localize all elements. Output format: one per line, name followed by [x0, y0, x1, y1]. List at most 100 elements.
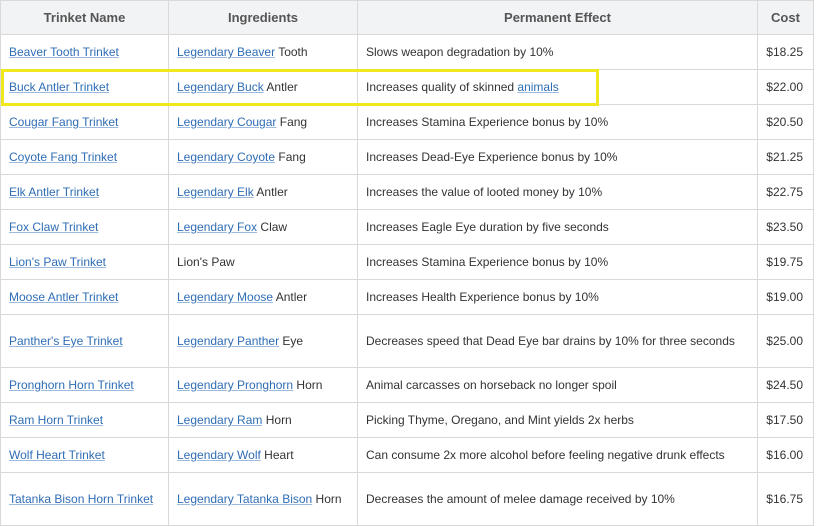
trinket-name-cell: Elk Antler Trinket: [0, 174, 169, 210]
ingredient-text: Antler: [273, 290, 308, 304]
effect-text: Increases Dead-Eye Experience bonus by 1…: [366, 150, 618, 164]
header-cost: Cost: [757, 0, 814, 35]
trinket-name-cell: Ram Horn Trinket: [0, 402, 169, 438]
ingredients-cell: Legendary Pronghorn Horn: [168, 367, 358, 403]
effect-text: Decreases speed that Dead Eye bar drains…: [366, 334, 735, 348]
ingredient-link[interactable]: Legendary Panther: [177, 334, 279, 348]
effect-cell: Slows weapon degradation by 10%: [357, 34, 758, 70]
cost-cell: $18.25: [757, 34, 814, 70]
ingredients-cell: Legendary Coyote Fang: [168, 139, 358, 175]
ingredient-text: Claw: [257, 220, 288, 234]
table-row: Ram Horn Trinket Legendary Ram Horn Pickin…: [0, 402, 814, 438]
table-row: Cougar Fang Trinket Legendary Cougar Fang…: [0, 104, 814, 140]
effect-cell: Can consume 2x more alcohol before feeli…: [357, 437, 758, 473]
ingredients-cell: Legendary Wolf Heart: [168, 437, 358, 473]
trinket-name-cell: Pronghorn Horn Trinket: [0, 367, 169, 403]
effect-cell: Increases Eagle Eye duration by five sec…: [357, 209, 758, 245]
table-row: Panther's Eye Trinket Legendary Panther E…: [0, 314, 814, 368]
ingredient-link[interactable]: Legendary Buck: [177, 80, 264, 94]
ingredient-text: Fang: [275, 150, 306, 164]
table-row: Moose Antler Trinket Legendary Moose Antl…: [0, 279, 814, 315]
ingredients-cell: Legendary Elk Antler: [168, 174, 358, 210]
effect-cell: Increases quality of skinned animals: [357, 69, 758, 105]
effect-cell: Increases the value of looted money by 1…: [357, 174, 758, 210]
trinket-name-cell: Moose Antler Trinket: [0, 279, 169, 315]
effect-text: Slows weapon degradation by 10%: [366, 45, 554, 59]
ingredient-link[interactable]: Legendary Moose: [177, 290, 273, 304]
ingredient-text: Eye: [279, 334, 304, 348]
trinket-name-cell: Beaver Tooth Trinket: [0, 34, 169, 70]
ingredients-cell: Lion's Paw: [168, 244, 358, 280]
effect-cell: Animal carcasses on horseback no longer …: [357, 367, 758, 403]
trinket-name-cell: Tatanka Bison Horn Trinket: [0, 472, 169, 526]
trinket-name-link[interactable]: Panther's Eye Trinket: [9, 334, 123, 348]
trinket-name-cell: Wolf Heart Trinket: [0, 437, 169, 473]
ingredients-cell: Legendary Moose Antler: [168, 279, 358, 315]
table-row: Beaver Tooth Trinket Legendary Beaver Too…: [0, 34, 814, 70]
ingredients-cell: Legendary Beaver Tooth: [168, 34, 358, 70]
effect-text: Animal carcasses on horseback no longer …: [366, 378, 617, 392]
effect-cell: Picking Thyme, Oregano, and Mint yields …: [357, 402, 758, 438]
ingredient-link[interactable]: Legendary Pronghorn: [177, 378, 293, 392]
ingredient-link[interactable]: Legendary Coyote: [177, 150, 275, 164]
cost-cell: $23.50: [757, 209, 814, 245]
header-ingredients: Ingredients: [168, 0, 358, 35]
effect-cell: Increases Dead-Eye Experience bonus by 1…: [357, 139, 758, 175]
table-row: Lion's Paw Trinket Lion's Paw Increases St…: [0, 244, 814, 280]
effect-link[interactable]: animals: [517, 80, 558, 94]
ingredient-link[interactable]: Legendary Fox: [177, 220, 257, 234]
cost-cell: $22.75: [757, 174, 814, 210]
effect-text: Picking Thyme, Oregano, and Mint yields …: [366, 413, 634, 427]
cost-cell: $22.00: [757, 69, 814, 105]
table-body: Beaver Tooth Trinket Legendary Beaver Too…: [0, 34, 814, 526]
trinket-name-link[interactable]: Tatanka Bison Horn Trinket: [9, 492, 153, 506]
table-row: Elk Antler Trinket Legendary Elk Antler In…: [0, 174, 814, 210]
effect-cell: Increases Health Experience bonus by 10%: [357, 279, 758, 315]
table-row: Buck Antler Trinket Legendary Buck Antler…: [0, 69, 814, 105]
table-row: Wolf Heart Trinket Legendary Wolf Heart Ca…: [0, 437, 814, 473]
trinket-name-link[interactable]: Wolf Heart Trinket: [9, 448, 105, 462]
ingredient-link[interactable]: Legendary Cougar: [177, 115, 276, 129]
ingredient-text: Lion's Paw: [177, 255, 235, 269]
cost-cell: $20.50: [757, 104, 814, 140]
cost-cell: $25.00: [757, 314, 814, 368]
ingredients-cell: Legendary Panther Eye: [168, 314, 358, 368]
ingredient-link[interactable]: Legendary Tatanka Bison: [177, 492, 312, 506]
trinket-name-link[interactable]: Moose Antler Trinket: [9, 290, 118, 304]
ingredient-link[interactable]: Legendary Wolf: [177, 448, 261, 462]
cost-cell: $19.75: [757, 244, 814, 280]
trinket-name-link[interactable]: Cougar Fang Trinket: [9, 115, 118, 129]
trinket-name-link[interactable]: Pronghorn Horn Trinket: [9, 378, 134, 392]
ingredients-cell: Legendary Cougar Fang: [168, 104, 358, 140]
cost-cell: $24.50: [757, 367, 814, 403]
ingredient-link[interactable]: Legendary Ram: [177, 413, 262, 427]
effect-cell: Decreases speed that Dead Eye bar drains…: [357, 314, 758, 368]
trinket-name-link[interactable]: Lion's Paw Trinket: [9, 255, 106, 269]
effect-cell: Increases Stamina Experience bonus by 10…: [357, 104, 758, 140]
trinket-name-cell: Fox Claw Trinket: [0, 209, 169, 245]
ingredient-text: Fang: [276, 115, 308, 129]
trinket-name-link[interactable]: Beaver Tooth Trinket: [9, 45, 119, 59]
trinket-name-link[interactable]: Buck Antler Trinket: [9, 80, 109, 94]
ingredient-text: Horn: [262, 413, 292, 427]
table-row: Pronghorn Horn Trinket Legendary Pronghor…: [0, 367, 814, 403]
effect-cell: Increases Stamina Experience bonus by 10…: [357, 244, 758, 280]
ingredient-text: Antler: [253, 185, 288, 199]
cost-cell: $16.75: [757, 472, 814, 526]
effect-cell: Decreases the amount of melee damage rec…: [357, 472, 758, 526]
trinket-name-link[interactable]: Fox Claw Trinket: [9, 220, 98, 234]
trinket-name-link[interactable]: Ram Horn Trinket: [9, 413, 103, 427]
ingredient-text: Heart: [260, 448, 294, 462]
ingredient-text: Horn: [293, 378, 323, 392]
trinket-name-link[interactable]: Elk Antler Trinket: [9, 185, 99, 199]
trinkets-table: Trinket Name Ingredients Permanent Effec…: [0, 0, 814, 526]
ingredient-link[interactable]: Legendary Beaver: [177, 45, 275, 59]
trinket-name-cell: Lion's Paw Trinket: [0, 244, 169, 280]
trinket-name-cell: Coyote Fang Trinket: [0, 139, 169, 175]
effect-text: Increases Stamina Experience bonus by 10…: [366, 255, 609, 269]
effect-text: Increases Eagle Eye duration by five sec…: [366, 220, 609, 234]
trinket-name-cell: Cougar Fang Trinket: [0, 104, 169, 140]
trinket-name-link[interactable]: Coyote Fang Trinket: [9, 150, 117, 164]
ingredient-link[interactable]: Legendary Elk: [177, 185, 254, 199]
ingredients-cell: Legendary Buck Antler: [168, 69, 358, 105]
